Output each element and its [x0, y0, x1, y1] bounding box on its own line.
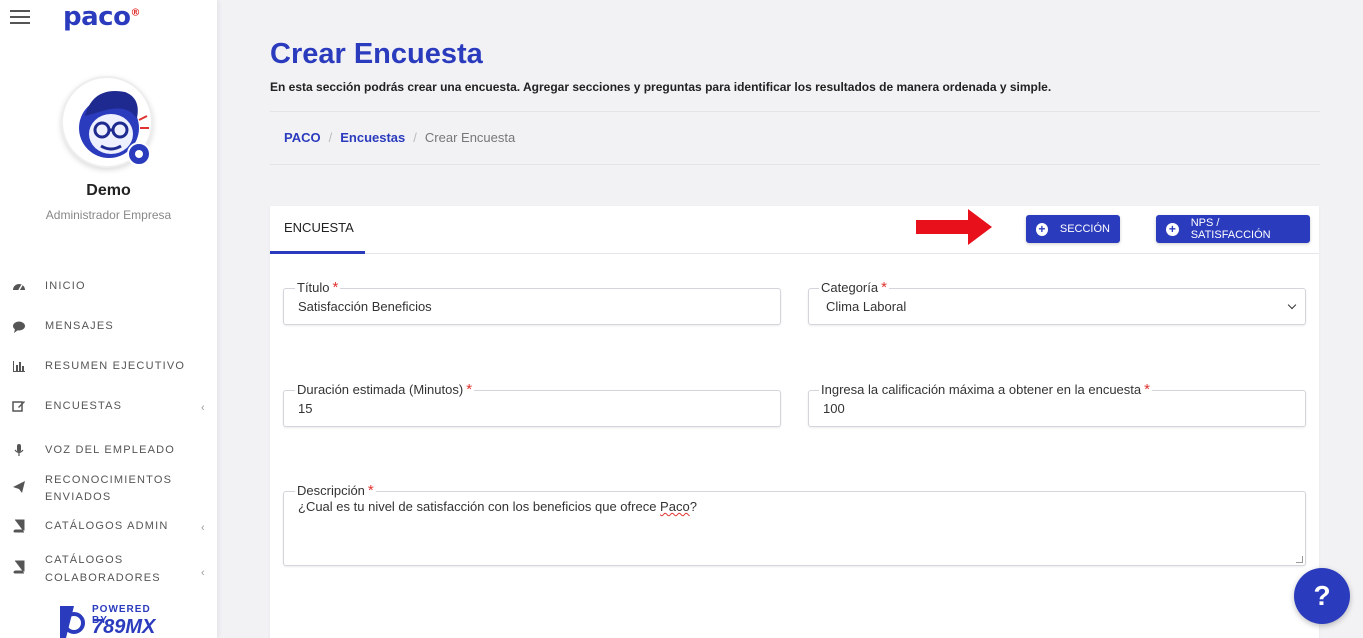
nps-satisfaccion-button[interactable]: + NPS / SATISFACCIÓN — [1156, 215, 1310, 243]
user-name: Demo — [86, 182, 131, 199]
user-role: Administrador Empresa — [45, 208, 172, 222]
divider — [270, 164, 1320, 165]
category-label: Categoría * — [819, 279, 889, 296]
description-textarea[interactable]: ¿Cual es tu nivel de satisfacción con lo… — [283, 491, 1306, 566]
breadcrumb-paco[interactable]: PACO — [284, 130, 321, 145]
breadcrumb-separator: / — [328, 130, 333, 145]
sidebar-item-catalogos-colaboradores[interactable]: CATÁLOGOS COLABORADORES ‹ — [0, 552, 217, 588]
survey-card: ENCUESTA + SECCIÓN + NPS / SATISFACCIÓN … — [270, 206, 1319, 638]
chat-icon — [13, 321, 25, 333]
powered-by-logo: POWERED BY 789MX — [60, 603, 160, 638]
edit-icon — [12, 401, 25, 412]
sidebar-item-label: CATÁLOGOS — [45, 554, 124, 566]
sidebar-item-label: RESUMEN EJECUTIVO — [45, 360, 186, 372]
sidebar-item-inicio[interactable]: INICIO — [0, 278, 217, 295]
paper-plane-icon — [13, 481, 25, 493]
tab-encuesta[interactable]: ENCUESTA — [270, 206, 365, 254]
category-selected-value: Clima Laboral — [826, 299, 907, 314]
sidebar-item-label: ENCUESTAS — [45, 400, 123, 412]
sidebar-item-label: CATÁLOGOS ADMIN — [45, 520, 169, 532]
chevron-left-icon: ‹ — [201, 402, 205, 414]
avatar-illustration-icon — [79, 91, 151, 166]
sidebar-item-label: MENSAJES — [45, 320, 114, 332]
sidebar-item-label-line2: COLABORADORES — [45, 572, 161, 584]
add-section-button[interactable]: + SECCIÓN — [1026, 215, 1120, 243]
sidebar-item-encuestas[interactable]: ENCUESTAS ‹ — [0, 398, 217, 415]
sidebar-item-label: VOZ DEL EMPLEADO — [45, 444, 176, 456]
powered-brand: 789MX — [92, 616, 156, 638]
sidebar-item-voz-del-empleado[interactable]: VOZ DEL EMPLEADO — [0, 442, 217, 459]
sidebar-item-resumen-ejecutivo[interactable]: RESUMEN EJECUTIVO — [0, 358, 217, 375]
sidebar-item-label: RECONOCIMIENTOS — [45, 474, 173, 486]
plus-circle-icon: + — [1166, 222, 1179, 236]
plus-circle-icon: + — [1036, 222, 1048, 236]
sidebar: paco® Demo Administrador Empresa INICIO … — [0, 0, 217, 638]
sidebar-item-label-line2: ENVIADOS — [45, 491, 112, 503]
sidebar-item-mensajes[interactable]: MENSAJES — [0, 318, 217, 335]
sidebar-item-catalogos-admin[interactable]: CATÁLOGOS ADMIN ‹ — [0, 518, 217, 535]
sidebar-item-reconocimientos-enviados[interactable]: RECONOCIMIENTOS ENVIADOS — [0, 472, 217, 508]
description-label: Descripción * — [295, 482, 376, 499]
breadcrumb: PACO / Encuestas / Crear Encuesta — [284, 130, 515, 145]
red-arrow-icon — [916, 209, 992, 245]
chevron-left-icon: ‹ — [201, 522, 205, 534]
breadcrumb-encuestas[interactable]: Encuestas — [340, 130, 405, 145]
menu-icon[interactable] — [10, 10, 30, 24]
bar-chart-icon — [13, 361, 25, 372]
nps-satisfaccion-label: NPS / SATISFACCIÓN — [1190, 217, 1271, 241]
chevron-left-icon: ‹ — [201, 567, 205, 579]
book-icon — [13, 560, 25, 574]
book-icon — [13, 519, 25, 533]
card-tabbar: ENCUESTA + SECCIÓN + NPS / SATISFACCIÓN — [270, 206, 1319, 254]
title-input[interactable]: Satisfacción Beneficios — [283, 288, 781, 325]
page-description: En esta sección podrás crear una encuest… — [270, 80, 1052, 94]
help-button[interactable]: ? — [1294, 568, 1350, 624]
resize-handle-icon[interactable] — [1296, 556, 1303, 563]
avatar[interactable] — [61, 76, 153, 168]
divider — [270, 111, 1320, 112]
paco-logo[interactable]: paco® — [63, 2, 140, 32]
add-section-label: SECCIÓN — [1059, 223, 1110, 235]
sidebar-item-label: INICIO — [45, 280, 86, 292]
breadcrumb-separator: / — [413, 130, 417, 145]
breadcrumb-current: Crear Encuesta — [424, 130, 516, 145]
microphone-icon — [14, 444, 24, 456]
title-label: Título * — [295, 279, 341, 296]
dashboard-icon — [13, 284, 25, 291]
max-score-label: Ingresa la calificación máxima a obtener… — [819, 381, 1152, 398]
duration-label: Duración estimada (Minutos) * — [295, 381, 475, 398]
page-title: Crear Encuesta — [270, 38, 483, 70]
